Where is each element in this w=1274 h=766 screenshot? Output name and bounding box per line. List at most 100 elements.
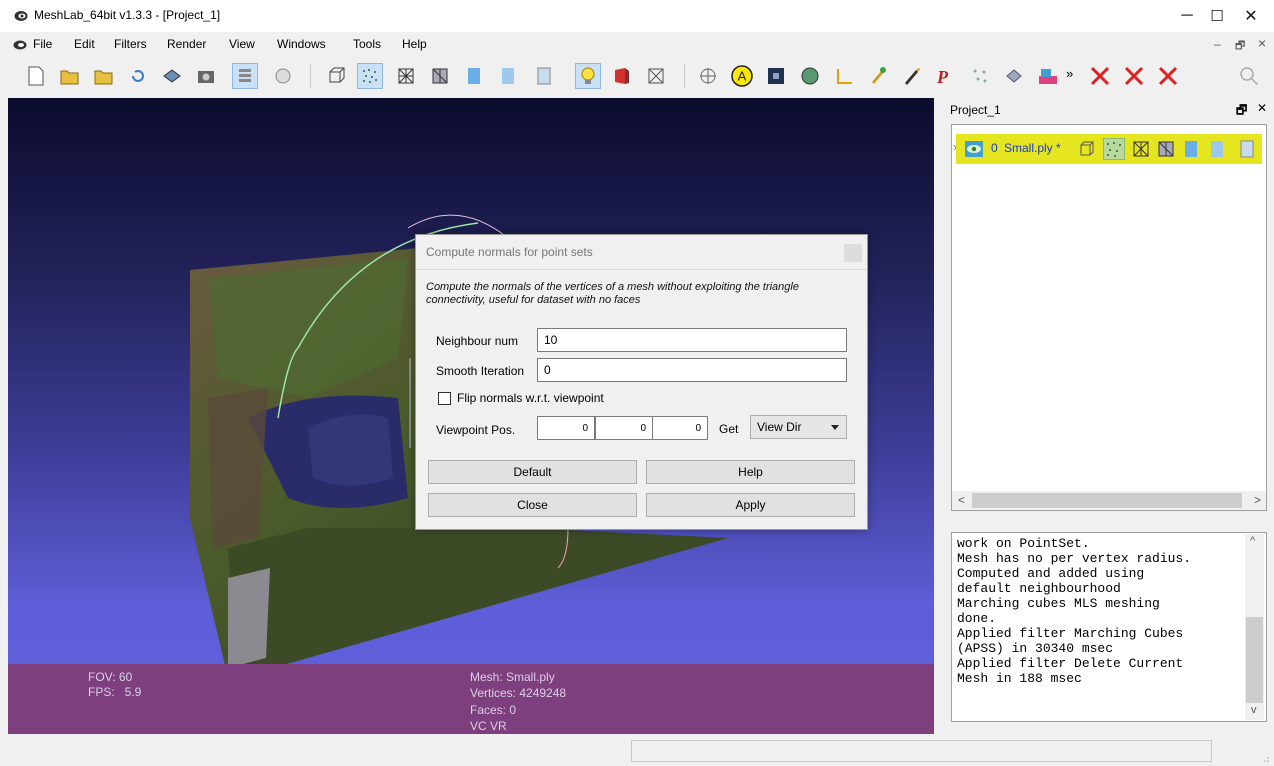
menu-file[interactable]: File: [33, 37, 52, 51]
viewpoint-y-input[interactable]: 0: [595, 416, 653, 440]
smooth-iteration-label: Smooth Iteration: [436, 364, 525, 378]
toolbar-separator: [684, 64, 685, 88]
texture-icon[interactable]: [797, 63, 823, 89]
vertical-scroll-thumb[interactable]: [1246, 617, 1263, 703]
menu-windows[interactable]: Windows: [277, 37, 326, 51]
scroll-right-button[interactable]: >: [1254, 493, 1261, 507]
flat-lines-icon[interactable]: [461, 63, 487, 89]
menu-tools[interactable]: Tools: [353, 37, 381, 51]
layer-flat-icon[interactable]: [1210, 140, 1224, 158]
meshlab-menu-icon: [13, 40, 27, 50]
annotation-icon[interactable]: A: [729, 63, 755, 89]
pick-points-icon[interactable]: P: [933, 63, 959, 89]
dock-float-button[interactable]: 🗗: [1236, 101, 1247, 122]
backface-icon[interactable]: [609, 63, 635, 89]
mdi-close-button[interactable]: ×: [1258, 35, 1266, 51]
align-icon[interactable]: [1035, 63, 1061, 89]
light-on-icon[interactable]: [575, 63, 601, 89]
get-label: Get: [719, 422, 739, 436]
layer-list: [951, 124, 1267, 511]
help-button[interactable]: Help: [646, 460, 855, 484]
horizontal-scroll-thumb[interactable]: [972, 493, 1242, 508]
resize-grip-icon[interactable]: [1262, 752, 1270, 762]
layer-index: 0: [991, 141, 998, 155]
visibility-eye-icon[interactable]: [965, 141, 983, 157]
menu-render[interactable]: Render: [167, 37, 206, 51]
paint-icon[interactable]: [865, 63, 891, 89]
brush-icon[interactable]: [899, 63, 925, 89]
close-button[interactable]: Close: [428, 493, 637, 517]
vertices-count-label: Vertices: 4249248: [470, 686, 567, 700]
scroll-left-button[interactable]: <: [958, 493, 965, 507]
select-vertices-icon[interactable]: [967, 63, 993, 89]
svg-text:P: P: [936, 67, 949, 87]
apply-button[interactable]: Apply: [646, 493, 855, 517]
hidden-lines-icon[interactable]: [427, 63, 453, 89]
chevron-down-icon: [831, 425, 839, 430]
vc-vr-label: VC VR: [470, 719, 507, 733]
meshlab-logo-icon: [14, 11, 28, 21]
dock-close-button[interactable]: ✕: [1257, 101, 1267, 115]
toolbar: [0, 58, 1274, 96]
window-title: MeshLab_64bit v1.3.3 - [Project_1]: [34, 8, 221, 22]
delete-faces-icon[interactable]: [1087, 63, 1113, 89]
dialog-description: Compute the normals of the vertices of a…: [426, 281, 799, 306]
mdi-restore-button[interactable]: 🗗: [1235, 37, 1245, 56]
dock-title: Project_1: [950, 103, 1001, 117]
search-icon[interactable]: [1236, 63, 1262, 89]
open-project-icon[interactable]: [57, 63, 83, 89]
scroll-down-button[interactable]: v: [1251, 704, 1257, 716]
layer-wireframe-icon[interactable]: [1132, 140, 1150, 158]
layer-flat-lines-icon[interactable]: [1184, 140, 1198, 158]
layer-name: Small.ply *: [1004, 141, 1061, 155]
delete-selection-icon[interactable]: [1155, 63, 1181, 89]
get-view-dir-select[interactable]: View Dir: [750, 415, 847, 439]
fov-label: FOV: 60: [88, 670, 133, 684]
mesh-name-label: Mesh: Small.ply: [470, 670, 555, 684]
dialog-title: Compute normals for point sets: [426, 245, 593, 259]
dialog-close-icon[interactable]: [844, 244, 862, 262]
globe-icon[interactable]: [270, 63, 296, 89]
delete-vertices-icon[interactable]: [1121, 63, 1147, 89]
mdi-minimize-button[interactable]: –: [1214, 37, 1221, 51]
status-progress-field: [631, 740, 1212, 762]
menu-help[interactable]: Help: [402, 37, 427, 51]
select-connected-icon[interactable]: [1001, 63, 1027, 89]
close-window-button[interactable]: ✕: [1228, 0, 1274, 32]
layers-icon[interactable]: [232, 63, 258, 89]
menu-edit[interactable]: Edit: [74, 37, 95, 51]
selected-faces-icon[interactable]: [643, 63, 669, 89]
smooth-icon[interactable]: [531, 63, 557, 89]
neighbour-num-input[interactable]: 10: [537, 328, 847, 352]
svg-text:A: A: [738, 69, 747, 84]
bounding-box-icon[interactable]: [323, 63, 349, 89]
points-render-icon[interactable]: [357, 63, 383, 89]
fps-label: FPS: 5.9: [88, 685, 142, 699]
flip-normals-checkbox[interactable]: [438, 392, 451, 405]
layer-points-icon[interactable]: [1103, 138, 1125, 160]
toolbar-overflow-button[interactable]: »: [1066, 66, 1073, 81]
reload-icon[interactable]: [125, 63, 151, 89]
log-text: work on PointSet. Mesh has no per vertex…: [957, 536, 1192, 686]
menu-view[interactable]: View: [229, 37, 255, 51]
flat-icon[interactable]: [495, 63, 521, 89]
export-mesh-icon[interactable]: [159, 63, 185, 89]
measure-icon[interactable]: [831, 63, 857, 89]
crosshair-icon[interactable]: [695, 63, 721, 89]
viewpoint-z-input[interactable]: 0: [652, 416, 708, 440]
flip-normals-label: Flip normals w.r.t. viewpoint: [457, 391, 604, 405]
new-project-icon[interactable]: [23, 63, 49, 89]
default-button[interactable]: Default: [428, 460, 637, 484]
viewpoint-x-input[interactable]: 0: [537, 416, 595, 440]
smooth-iteration-input[interactable]: 0: [537, 358, 847, 382]
layer-smooth-icon[interactable]: [1240, 140, 1254, 158]
raster-icon[interactable]: [763, 63, 789, 89]
faces-count-label: Faces: 0: [470, 703, 517, 717]
scroll-up-button[interactable]: ^: [1250, 535, 1255, 547]
import-mesh-icon[interactable]: [91, 63, 117, 89]
wireframe-icon[interactable]: [393, 63, 419, 89]
layer-bbox-icon[interactable]: [1078, 140, 1096, 158]
layer-hidden-lines-icon[interactable]: [1157, 140, 1175, 158]
snapshot-icon[interactable]: [193, 63, 219, 89]
menu-filters[interactable]: Filters: [114, 37, 147, 51]
